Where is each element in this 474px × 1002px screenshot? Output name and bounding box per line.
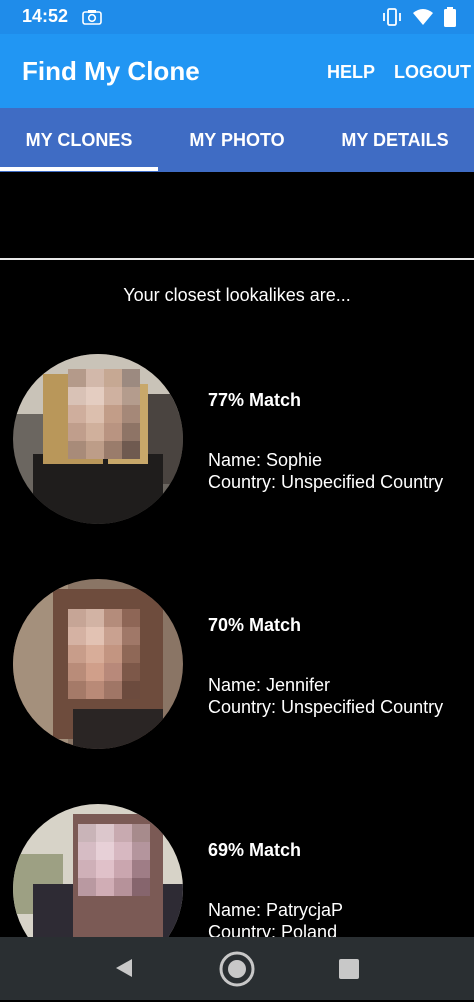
home-icon[interactable]	[218, 950, 256, 988]
logout-button[interactable]: LOGOUT	[394, 62, 471, 83]
match-percentage: 69% Match	[208, 840, 302, 860]
vibrate-icon	[383, 8, 401, 26]
wifi-icon	[413, 9, 433, 25]
status-time: 14:52	[22, 6, 69, 26]
results-heading: Your closest lookalikes are...	[123, 285, 351, 305]
match-percentage: 70% Match	[208, 615, 302, 635]
status-icons	[382, 6, 456, 28]
match-avatar	[13, 354, 183, 524]
match-country: Country: Unspecified Country	[208, 472, 444, 492]
match-avatar	[13, 579, 183, 749]
match-name: Name: Sophie	[208, 450, 323, 470]
match-info: 70% Match Name: Jennifer Country: Unspec…	[208, 614, 443, 718]
tab-selected-indicator	[0, 167, 158, 171]
match-item[interactable]: 70% Match Name: Jennifer Country: Unspec…	[0, 577, 474, 777]
help-button[interactable]: HELP	[327, 62, 375, 83]
match-info: 69% Match Name: PatrycjaP Country: Polan…	[208, 839, 343, 943]
match-name: Name: PatrycjaP	[208, 900, 344, 920]
divider	[0, 258, 474, 260]
match-item[interactable]: 77% Match Name: Sophie Country: Unspecif…	[0, 352, 474, 552]
camera-icon	[82, 10, 102, 25]
tab-my-clones[interactable]: MY CLONES	[0, 108, 158, 172]
back-icon[interactable]	[113, 957, 135, 979]
app-title: Find My Clone	[22, 56, 200, 86]
match-name: Name: Jennifer	[208, 675, 331, 695]
match-percentage: 77% Match	[208, 390, 302, 410]
match-info: 77% Match Name: Sophie Country: Unspecif…	[208, 389, 443, 493]
battery-icon	[444, 7, 456, 27]
match-country: Country: Unspecified Country	[208, 697, 444, 717]
app-bar: Find My Clone HELP LOGOUT	[0, 34, 474, 108]
tab-my-photo[interactable]: MY PHOTO	[158, 108, 316, 172]
recents-icon[interactable]	[339, 959, 359, 979]
tab-my-details[interactable]: MY DETAILS	[316, 108, 474, 172]
system-nav-bar	[0, 937, 474, 1000]
status-bar: 14:52	[0, 0, 474, 34]
tab-bar: MY CLONES MY PHOTO MY DETAILS	[0, 108, 474, 172]
